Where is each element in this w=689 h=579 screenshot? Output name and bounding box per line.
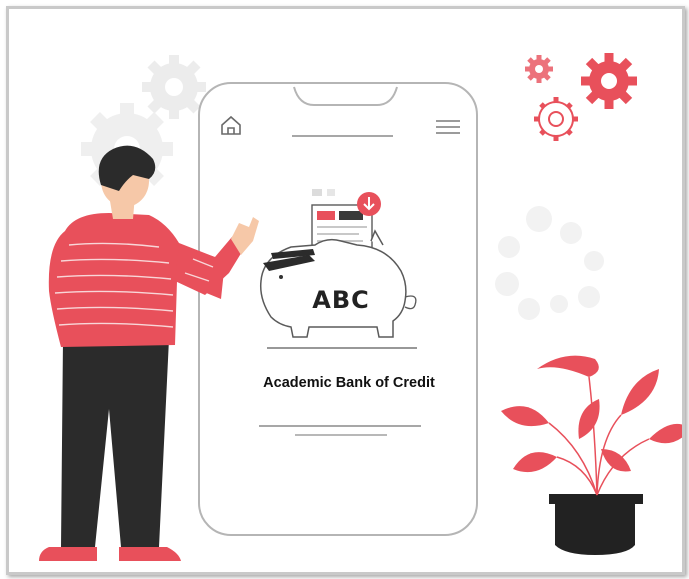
gear-icon <box>581 53 637 109</box>
decorative-dots <box>495 206 604 320</box>
app-name: Academic Bank of Credit <box>263 375 435 391</box>
piggy-bank-logo-text: ABC <box>312 286 370 314</box>
gear-icon <box>534 97 578 141</box>
download-icon <box>357 192 381 216</box>
gear-icon <box>142 55 206 119</box>
gear-icon <box>525 55 553 83</box>
potted-plant <box>501 355 682 555</box>
illustration-frame: ABC Academic Bank of Credit <box>6 6 685 575</box>
